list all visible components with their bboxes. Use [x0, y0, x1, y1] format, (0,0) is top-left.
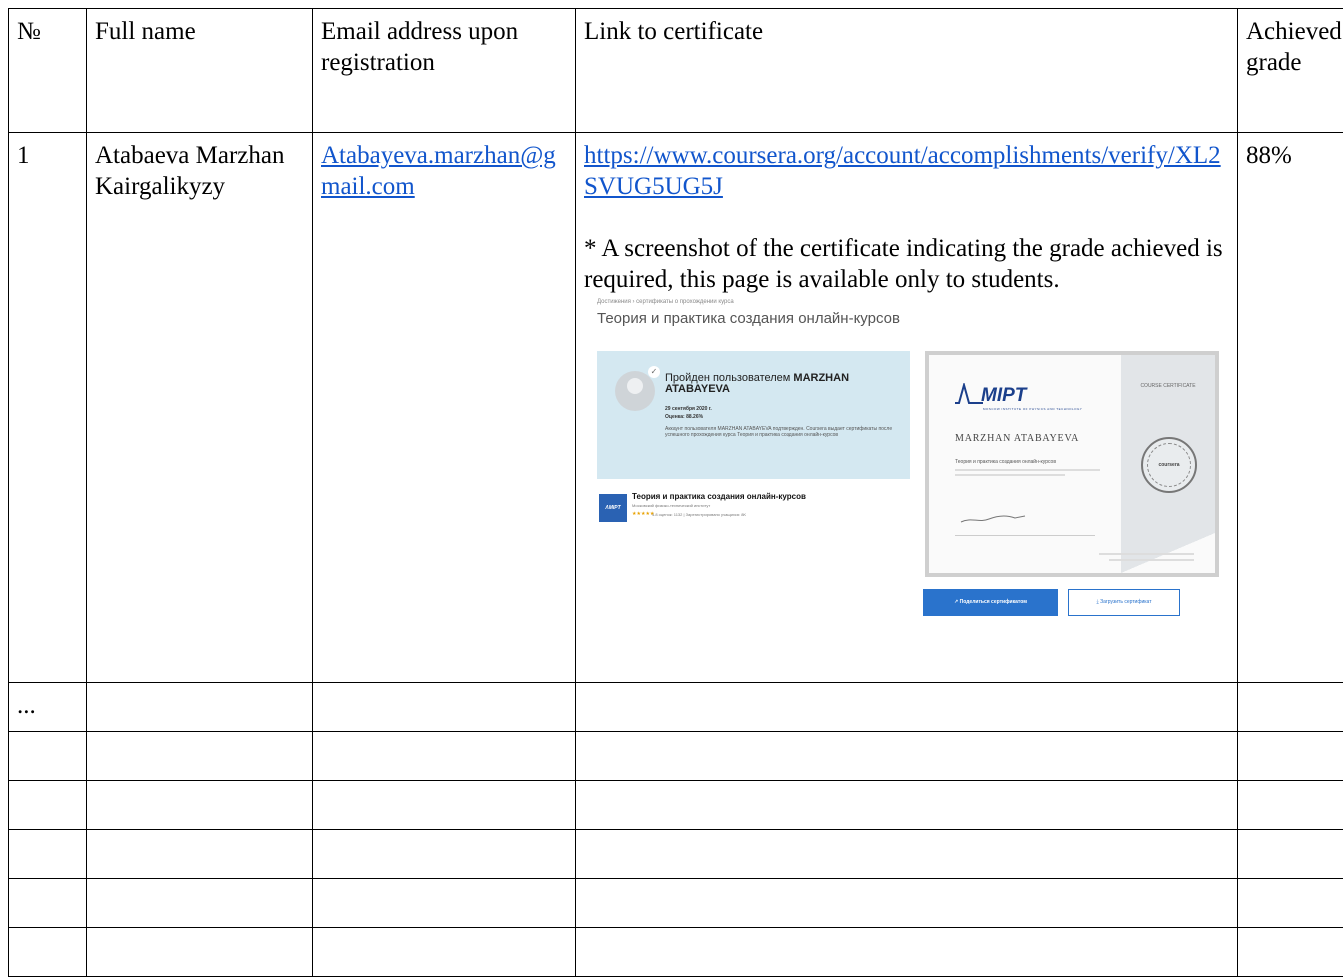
empty-cell: [87, 732, 313, 781]
table-row: [9, 732, 1343, 781]
download-certificate-button[interactable]: ⤓ Загрузить сертификат: [1068, 589, 1180, 616]
signature-icon: [959, 513, 1029, 525]
empty-cell: [1238, 781, 1343, 830]
share-certificate-button[interactable]: ↗ Поделиться сертификатом: [923, 589, 1058, 616]
row-link-cell: https://www.coursera.org/account/accompl…: [576, 133, 1238, 683]
empty-cell: [1238, 732, 1343, 781]
certificate-text-line: [955, 474, 1065, 476]
empty-cell: [313, 830, 576, 879]
table-row: 1 Atabaeva Marzhan Kairgalikyzy Atabayev…: [9, 133, 1343, 683]
screenshot-breadcrumb: Достижения › сертификаты о прохождении к…: [597, 299, 734, 305]
table-row: [9, 879, 1343, 928]
seal-icon: coursera: [1141, 437, 1197, 493]
empty-cell: [576, 928, 1238, 977]
completion-date: 29 сентября 2020 г.: [665, 406, 712, 412]
certificate-table: № Full name Email address upon registrat…: [8, 8, 1343, 977]
share-button-label: Поделиться сертификатом: [960, 599, 1027, 605]
mipt-logo-text: МIPT: [981, 385, 1026, 407]
empty-cell: [9, 928, 87, 977]
header-grade: Achieved grade: [1238, 9, 1343, 133]
header-row: № Full name Email address upon registrat…: [9, 9, 1343, 133]
table-row: [9, 928, 1343, 977]
row-ellipsis: ...: [9, 683, 87, 732]
certificate-recipient: MARZHAN ATABAYEVA: [955, 433, 1079, 444]
empty-cell: [1238, 928, 1343, 977]
empty-cell: [1238, 879, 1343, 928]
empty-cell: [576, 683, 1238, 732]
grade-line: Оценка: 88.26%: [665, 414, 703, 420]
empty-cell: [313, 732, 576, 781]
empty-cell: [87, 928, 313, 977]
screenshot-note: * A screenshot of the certificate indica…: [584, 233, 1229, 295]
header-full-name: Full name: [87, 9, 313, 133]
mipt-logo-subtitle: MOSCOW INSTITUTE OF PHYSICS AND TECHNOLO…: [983, 407, 1082, 411]
accomplishment-card: ✓ Пройден пользователем MARZHAN ATABAYEV…: [597, 351, 910, 479]
course-card-university: Московский физико-технический институт: [632, 503, 710, 508]
row-grade: 88%: [1238, 133, 1343, 683]
empty-cell: [576, 781, 1238, 830]
empty-cell: [576, 830, 1238, 879]
course-logo-icon: ΛMIPT: [599, 494, 627, 522]
empty-cell: [1238, 683, 1343, 732]
empty-cell: [87, 781, 313, 830]
header-grade-text: Achieved grade: [1246, 18, 1342, 76]
table-row: ...: [9, 683, 1343, 732]
certificate-link[interactable]: https://www.coursera.org/account/accompl…: [584, 142, 1221, 200]
empty-cell: [576, 732, 1238, 781]
empty-cell: [87, 683, 313, 732]
certificate-text-line: [1099, 553, 1194, 555]
check-icon: ✓: [648, 366, 660, 378]
seal-text: coursera: [1143, 462, 1195, 468]
table-row: [9, 830, 1343, 879]
row-number: 1: [9, 133, 87, 683]
empty-cell: [313, 928, 576, 977]
verification-description: Аккаунт пользователя MARZHAN ATABAYEVA п…: [665, 426, 905, 438]
certificate-course: Теория и практика создания онлайн-курсов: [955, 459, 1056, 465]
download-button-label: Загрузить сертификат: [1100, 599, 1151, 605]
certificate-type: COURSE CERTIFICATE: [1135, 383, 1201, 390]
certificate-image: МIPT MOSCOW INSTITUTE OF PHYSICS AND TEC…: [925, 351, 1219, 577]
row-full-name: Atabaeva Marzhan Kairgalikyzy: [87, 133, 313, 683]
certificate-text-line: [955, 469, 1100, 471]
empty-cell: [313, 683, 576, 732]
empty-cell: [9, 830, 87, 879]
avatar: [615, 371, 655, 411]
certificate-screenshot: Достижения › сертификаты о прохождении к…: [584, 299, 1219, 622]
certificate-text-line: [1109, 559, 1194, 561]
passed-by-text: Пройден пользователем MARZHAN ATABAYEVA: [665, 373, 900, 395]
empty-cell: [9, 879, 87, 928]
header-email: Email address upon registration: [313, 9, 576, 133]
empty-cell: [87, 879, 313, 928]
empty-cell: [1238, 830, 1343, 879]
course-card-meta: 4.8 оценок: 1132 | Зарегистрировано учащ…: [652, 512, 746, 517]
empty-cell: [9, 732, 87, 781]
empty-cell: [87, 830, 313, 879]
empty-cell: [313, 879, 576, 928]
row-email-cell: Atabayeva.marzhan@gmail.com: [313, 133, 576, 683]
empty-cell: [313, 781, 576, 830]
signature-line: [955, 535, 1095, 536]
email-link[interactable]: Atabayeva.marzhan@gmail.com: [321, 142, 556, 200]
header-number: №: [9, 9, 87, 133]
table-row: [9, 781, 1343, 830]
screenshot-course-title: Теория и практика создания онлайн-курсов: [597, 310, 900, 327]
mipt-logo-icon: [955, 383, 983, 409]
header-link: Link to certificate: [576, 9, 1238, 133]
empty-cell: [9, 781, 87, 830]
course-card-name: Теория и практика создания онлайн-курсов: [632, 492, 806, 501]
empty-cell: [576, 879, 1238, 928]
